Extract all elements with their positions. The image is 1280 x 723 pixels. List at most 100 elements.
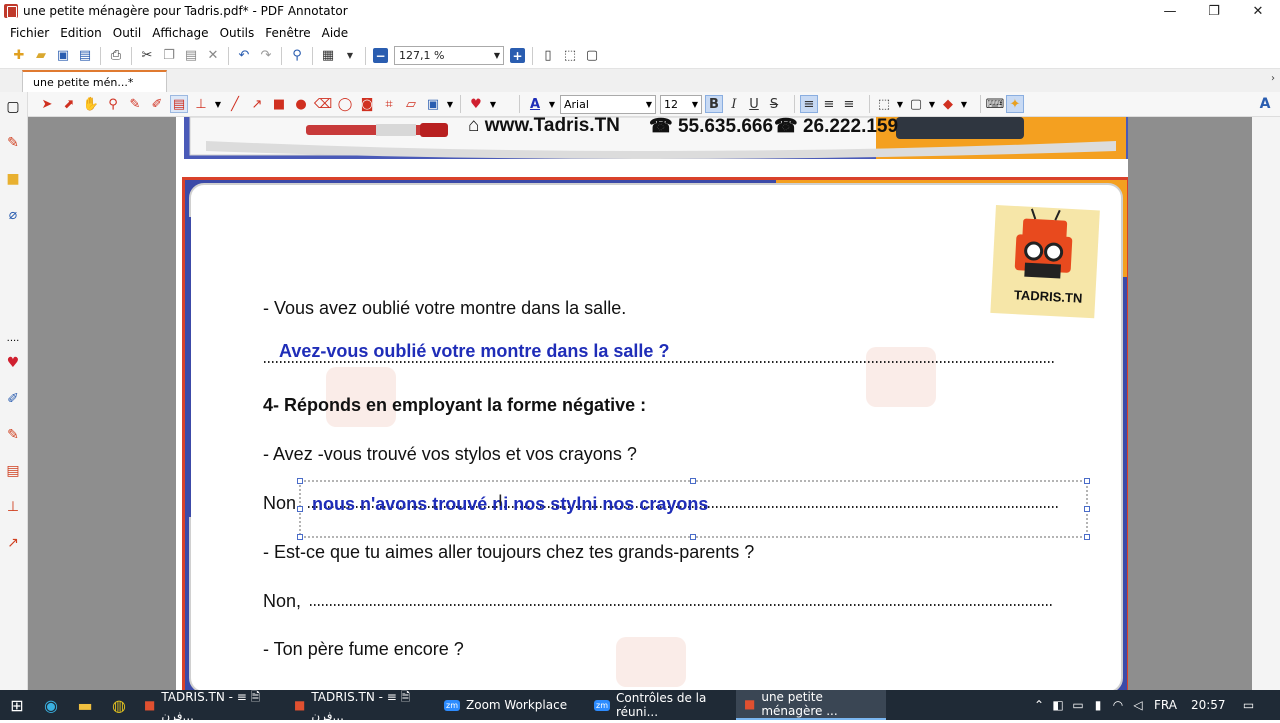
resize-handle-top-middle[interactable] [690,478,696,484]
save-all-icon[interactable]: ▤ [77,48,93,64]
dropdown-arrow-icon[interactable]: ▼ [896,95,904,113]
keyboard-icon[interactable]: ⌨ [986,95,1005,113]
attachments-icon[interactable]: ⌀ [4,206,22,224]
stamp-icon[interactable]: ⊥ [4,498,22,516]
highlighter-icon[interactable]: ✐ [4,390,22,408]
camera-icon[interactable]: ◙ [358,95,376,113]
taskbar-item-tadris-2[interactable]: ■ TADRIS.TN - ≡ 🗎 فرن... [286,690,436,723]
dropdown-arrow-icon[interactable]: ▼ [214,95,222,113]
dropdown-arrow-icon[interactable]: ▼ [928,95,936,113]
font-color-icon[interactable]: A [526,95,544,113]
notes-icon[interactable]: ■ [4,170,22,188]
resize-handle-bottom-middle[interactable] [690,534,696,540]
save-icon[interactable]: ▣ [55,48,71,64]
eraser-icon[interactable]: ⌫ [314,95,332,113]
menu-aide[interactable]: Aide [322,26,349,40]
find-binoculars-icon[interactable]: ⚲ [289,48,305,64]
favorites-heart-icon[interactable]: ♥ [4,354,22,372]
favorites-heart-icon[interactable]: ♥ [467,95,485,113]
fit-width-icon[interactable]: ⬚ [562,48,578,64]
undo-icon[interactable]: ↶ [236,48,252,64]
network-icon[interactable]: ▭ [1068,690,1088,720]
edge-browser-icon[interactable]: ◉ [34,690,68,720]
tab-scroll-right-icon[interactable]: › [1271,73,1275,84]
border-style-icon[interactable]: ⬚ [875,95,893,113]
wifi-icon[interactable]: ◠ [1108,690,1128,720]
ruler-icon[interactable]: ▱ [402,95,420,113]
redo-icon[interactable]: ↷ [258,48,274,64]
resize-handle-top-left[interactable] [297,478,303,484]
resize-handle-top-right[interactable] [1084,478,1090,484]
taskbar-item-pdf-annotator[interactable]: ■ une petite ménagère ... [736,690,886,720]
arrow-tool-icon[interactable]: ↗ [248,95,266,113]
fill-color-icon[interactable]: ◆ [939,95,957,113]
volume-icon[interactable]: ◁ [1128,690,1148,720]
zoom-tool-icon[interactable]: ⚲ [104,95,122,113]
cut-icon[interactable]: ✂ [139,48,155,64]
strikethrough-button[interactable]: S [765,95,783,113]
dropdown-arrow-icon[interactable]: ▼ [342,48,358,64]
crop-icon[interactable]: ⌗ [380,95,398,113]
close-button[interactable]: ✕ [1236,0,1280,22]
zoom-out-button[interactable]: − [373,48,388,63]
underline-button[interactable]: U [745,95,763,113]
lasso-icon[interactable]: ◯ [336,95,354,113]
ellipse-tool-icon[interactable]: ● [292,95,310,113]
menu-affichage[interactable]: Affichage [152,26,208,40]
align-center-icon[interactable]: ≡ [820,95,838,113]
menu-outils[interactable]: Outils [220,26,255,40]
dropdown-arrow-icon[interactable]: ▼ [446,95,454,113]
copy-icon[interactable]: ❐ [161,48,177,64]
dropdown-arrow-icon[interactable]: ▼ [548,95,556,113]
maximize-button[interactable]: ❐ [1192,0,1236,22]
page-thumbnails-icon[interactable]: ▢ [4,98,22,116]
notifications-icon[interactable]: ▭ [1234,690,1264,720]
align-left-icon[interactable]: ≡ [800,95,818,113]
menu-fenetre[interactable]: Fenêtre [265,26,310,40]
tab-document[interactable]: une petite mén...* [22,70,167,92]
dropdown-arrow-icon[interactable]: ▼ [489,95,497,113]
arrow-icon[interactable]: ↗ [4,534,22,552]
resize-handle-middle-left[interactable] [297,506,303,512]
insert-image-icon[interactable]: ▣ [424,95,442,113]
language-indicator[interactable]: FRA [1148,690,1183,720]
taskbar-item-tadris-1[interactable]: ■ TADRIS.TN - ≡ 🗎 فرن... [136,690,286,723]
file-explorer-icon[interactable]: ▬ [68,690,102,720]
marker-icon[interactable]: ✎ [4,426,22,444]
marker-tool-icon[interactable]: ✐ [148,95,166,113]
hand-icon[interactable]: ✋ [82,95,100,113]
menu-edition[interactable]: Edition [60,26,102,40]
taskbar-item-zoom-controls[interactable]: zm Contrôles de la réuni... [586,690,736,720]
menu-fichier[interactable]: Fichier [10,26,49,40]
select-arrow-icon[interactable]: ➤ [38,95,56,113]
annotations-pen-icon[interactable]: ✎ [4,134,22,152]
fit-page-icon[interactable]: ▯ [540,48,556,64]
menu-outil[interactable]: Outil [113,26,141,40]
resize-handle-bottom-left[interactable] [297,534,303,540]
zoom-level-select[interactable]: 127,1 % ▼ [394,46,504,65]
line-tool-icon[interactable]: ╱ [226,95,244,113]
show-hidden-icons-icon[interactable]: ⌃ [1030,690,1048,720]
align-right-icon[interactable]: ≡ [840,95,858,113]
clock[interactable]: 20:57 [1183,690,1234,720]
meet-now-icon[interactable]: ◧ [1048,690,1068,720]
resize-handle-middle-right[interactable] [1084,506,1090,512]
text-box-icon[interactable]: ▤ [4,462,22,480]
text-tool-icon[interactable]: ▤ [170,95,188,113]
dropdown-arrow-icon[interactable]: ▼ [960,95,968,113]
resize-handle-bottom-right[interactable] [1084,534,1090,540]
open-folder-icon[interactable]: ▰ [33,48,49,64]
bold-button[interactable]: B [705,95,723,113]
battery-icon[interactable]: ▮ [1088,690,1108,720]
select-area-icon[interactable]: ⬈ [60,95,78,113]
font-size-select[interactable]: 12 ▼ [660,94,702,114]
start-windows-icon[interactable]: ⊞ [0,690,34,720]
fullscreen-icon[interactable]: ▢ [584,48,600,64]
text-recognition-icon[interactable]: A [1256,95,1274,113]
print-icon[interactable]: ⎙ [108,48,124,64]
text-annotation-answer-2[interactable]: nous n'avons trouvé ni nos stylni nos cr… [312,494,708,515]
italic-button[interactable]: I [725,95,743,113]
border-color-icon[interactable]: ▢ [907,95,925,113]
font-name-select[interactable]: Arial ▼ [560,94,656,114]
page-layout-icon[interactable]: ▦ [320,48,336,64]
